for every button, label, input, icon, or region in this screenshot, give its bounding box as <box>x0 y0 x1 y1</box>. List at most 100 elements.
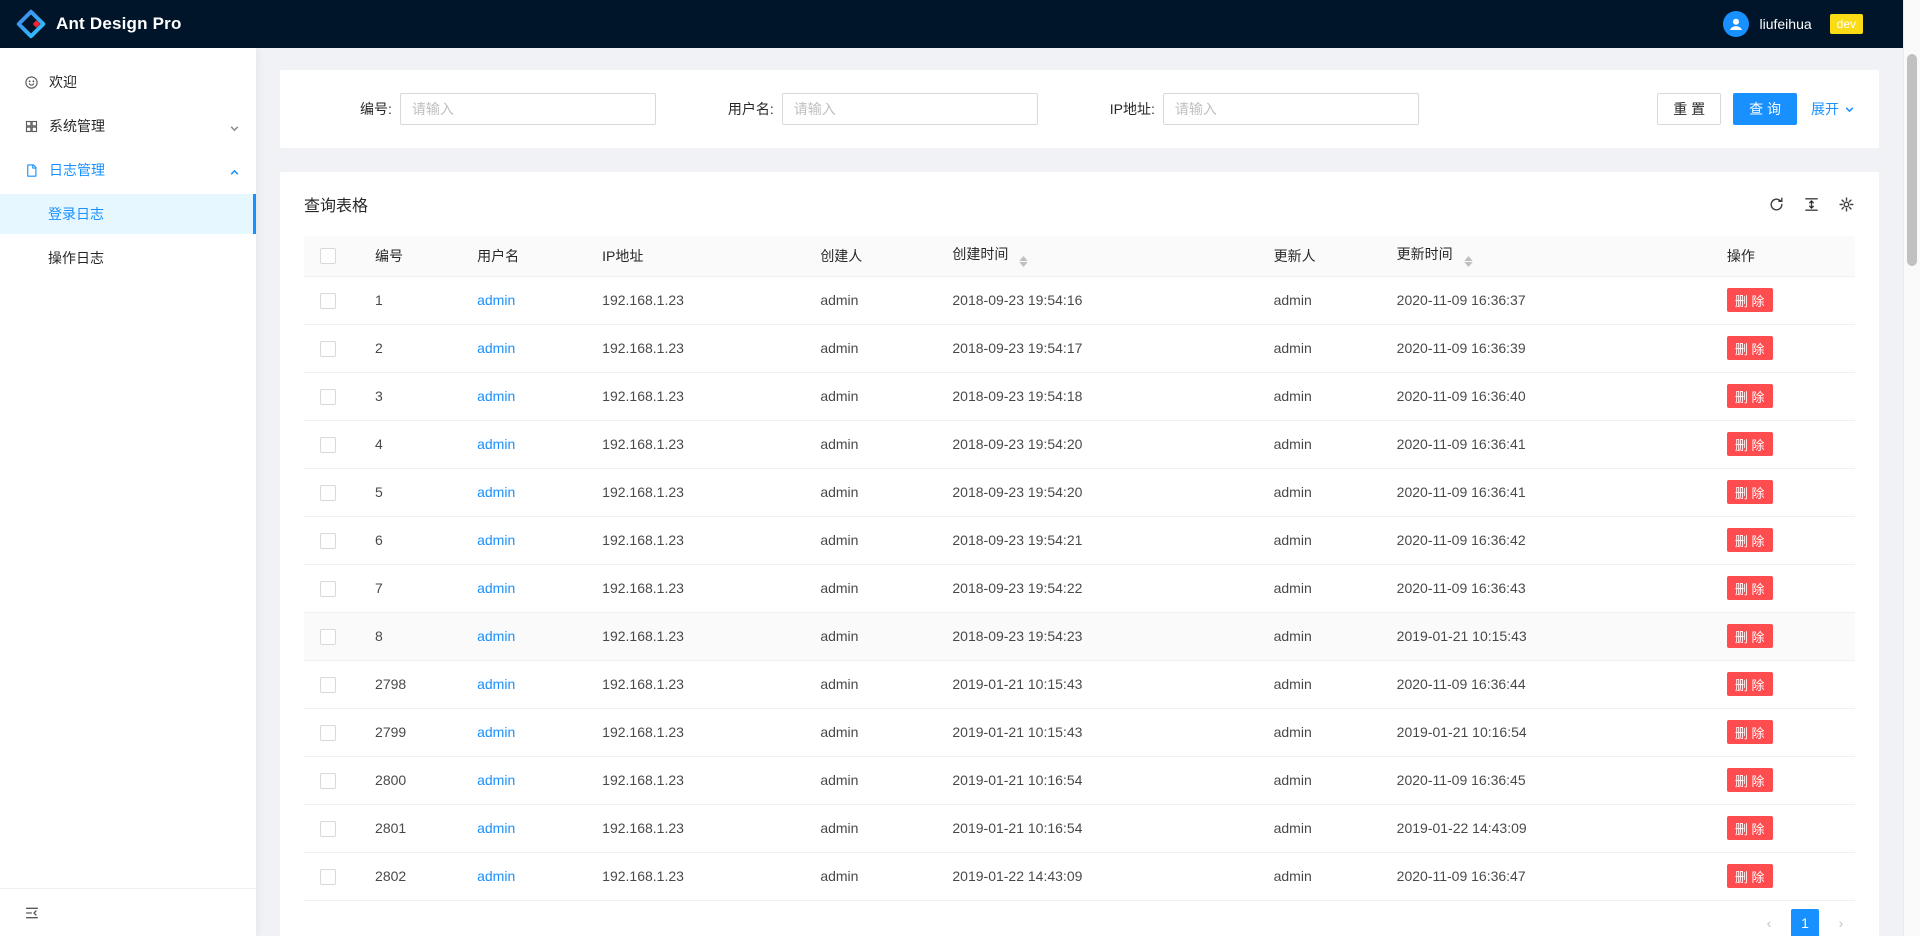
reset-button[interactable]: 重 置 <box>1657 93 1721 125</box>
sidebar-item-log-management[interactable]: 日志管理 <box>0 150 256 190</box>
cell-username: admin <box>461 660 586 708</box>
pagination-next-button[interactable]: › <box>1827 909 1855 936</box>
column-header-created-time[interactable]: 创建时间 <box>936 236 1257 276</box>
app-title: Ant Design Pro <box>56 14 182 34</box>
file-icon <box>24 163 39 178</box>
cell-checkbox <box>304 276 359 324</box>
cell-ip: 192.168.1.23 <box>586 516 804 564</box>
sidebar-item-welcome[interactable]: 欢迎 <box>0 62 256 102</box>
sort-carets-icon[interactable] <box>1464 256 1473 267</box>
id-field[interactable] <box>400 93 656 125</box>
username-link[interactable]: admin <box>477 292 515 308</box>
username-field[interactable] <box>782 93 1038 125</box>
cell-actions: 删 除 <box>1711 324 1855 372</box>
delete-button[interactable]: 删 除 <box>1727 528 1773 552</box>
cell-creator: admin <box>804 468 936 516</box>
row-checkbox[interactable] <box>320 821 336 837</box>
row-checkbox[interactable] <box>320 533 336 549</box>
delete-button[interactable]: 删 除 <box>1727 336 1773 360</box>
search-form-card: 编号: 用户名: IP地址: 重 置 查 询 展开 <box>280 70 1879 148</box>
cell-created-time: 2018-09-23 19:54:22 <box>936 564 1257 612</box>
sidebar-item-label: 系统管理 <box>49 116 105 136</box>
column-height-icon[interactable] <box>1803 196 1820 213</box>
delete-button[interactable]: 删 除 <box>1727 672 1773 696</box>
select-all-checkbox[interactable] <box>320 248 336 264</box>
username-link[interactable]: admin <box>477 484 515 500</box>
sidebar-item-label: 欢迎 <box>49 72 77 92</box>
pagination-prev-button[interactable]: ‹ <box>1755 909 1783 936</box>
username-link[interactable]: admin <box>477 772 515 788</box>
username-link[interactable]: admin <box>477 580 515 596</box>
cell-updated-time: 2020-11-09 16:36:44 <box>1381 660 1711 708</box>
delete-button[interactable]: 删 除 <box>1727 480 1773 504</box>
cell-checkbox <box>304 660 359 708</box>
cell-actions: 删 除 <box>1711 468 1855 516</box>
expand-toggle[interactable]: 展开 <box>1811 99 1855 119</box>
row-checkbox[interactable] <box>320 341 336 357</box>
username-link[interactable]: admin <box>477 388 515 404</box>
delete-button[interactable]: 删 除 <box>1727 816 1773 840</box>
row-checkbox[interactable] <box>320 869 336 885</box>
row-checkbox[interactable] <box>320 629 336 645</box>
table-row: 6admin192.168.1.23admin2018-09-23 19:54:… <box>304 516 1855 564</box>
delete-button[interactable]: 删 除 <box>1727 624 1773 648</box>
cell-username: admin <box>461 420 586 468</box>
cell-actions: 删 除 <box>1711 804 1855 852</box>
username-link[interactable]: admin <box>477 676 515 692</box>
cell-updater: admin <box>1258 516 1381 564</box>
sort-carets-icon[interactable] <box>1019 256 1028 267</box>
chevron-down-icon <box>1844 104 1855 115</box>
sidebar-item-login-log[interactable]: 登录日志 <box>0 194 256 234</box>
cell-updater: admin <box>1258 708 1381 756</box>
username-link[interactable]: admin <box>477 436 515 452</box>
sidebar-item-operation-log[interactable]: 操作日志 <box>0 238 256 278</box>
sidebar: 欢迎 系统管理 <box>0 48 256 936</box>
scrollbar-thumb[interactable] <box>1907 54 1917 266</box>
pagination-page-1[interactable]: 1 <box>1791 909 1819 936</box>
row-checkbox[interactable] <box>320 437 336 453</box>
cell-checkbox <box>304 564 359 612</box>
cell-creator: admin <box>804 564 936 612</box>
query-button[interactable]: 查 询 <box>1733 93 1797 125</box>
delete-button[interactable]: 删 除 <box>1727 384 1773 408</box>
chevron-up-icon <box>229 165 240 176</box>
row-checkbox[interactable] <box>320 677 336 693</box>
row-checkbox[interactable] <box>320 485 336 501</box>
row-checkbox[interactable] <box>320 725 336 741</box>
username-link[interactable]: admin <box>477 868 515 884</box>
delete-button[interactable]: 删 除 <box>1727 288 1773 312</box>
user-name: liufeihua <box>1759 16 1811 32</box>
user-avatar[interactable] <box>1723 11 1749 37</box>
username-link[interactable]: admin <box>477 532 515 548</box>
cell-checkbox <box>304 516 359 564</box>
settings-gear-icon[interactable] <box>1838 196 1855 213</box>
cell-created-time: 2019-01-21 10:16:54 <box>936 756 1257 804</box>
row-checkbox[interactable] <box>320 293 336 309</box>
sidebar-item-system-management[interactable]: 系统管理 <box>0 106 256 146</box>
cell-updated-time: 2020-11-09 16:36:41 <box>1381 468 1711 516</box>
cell-updater: admin <box>1258 276 1381 324</box>
table-title: 查询表格 <box>304 192 368 216</box>
delete-button[interactable]: 删 除 <box>1727 720 1773 744</box>
delete-button[interactable]: 删 除 <box>1727 432 1773 456</box>
row-checkbox[interactable] <box>320 773 336 789</box>
username-link[interactable]: admin <box>477 724 515 740</box>
delete-button[interactable]: 删 除 <box>1727 864 1773 888</box>
header-user-area[interactable]: liufeihua dev <box>1723 11 1879 37</box>
cell-actions: 删 除 <box>1711 660 1855 708</box>
ip-field[interactable] <box>1163 93 1419 125</box>
row-checkbox[interactable] <box>320 389 336 405</box>
table-row: 2799admin192.168.1.23admin2019-01-21 10:… <box>304 708 1855 756</box>
logo[interactable]: Ant Design Pro <box>16 9 182 39</box>
row-checkbox[interactable] <box>320 581 336 597</box>
collapse-sidebar-icon[interactable] <box>24 905 40 921</box>
reload-icon[interactable] <box>1768 196 1785 213</box>
delete-button[interactable]: 删 除 <box>1727 768 1773 792</box>
username-link[interactable]: admin <box>477 340 515 356</box>
delete-button[interactable]: 删 除 <box>1727 576 1773 600</box>
username-link[interactable]: admin <box>477 628 515 644</box>
search-actions: 重 置 查 询 展开 <box>1657 93 1855 125</box>
username-link[interactable]: admin <box>477 820 515 836</box>
cell-id: 2801 <box>359 804 461 852</box>
column-header-updated-time[interactable]: 更新时间 <box>1381 236 1711 276</box>
